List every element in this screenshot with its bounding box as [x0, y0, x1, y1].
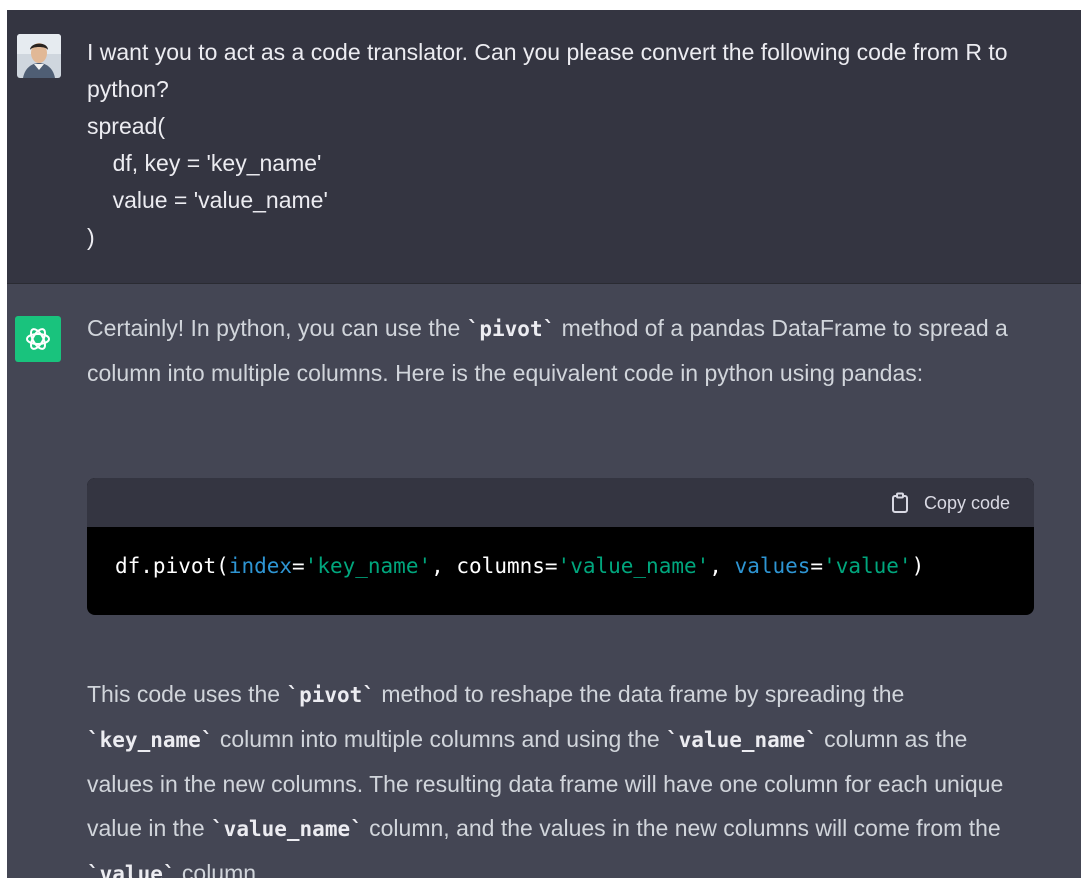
copy-code-label: Copy code [923, 492, 1010, 513]
code-block: Copy code df.pivot(index='key_name', col… [87, 478, 1034, 615]
inline-code: `value_name` [666, 728, 818, 752]
user-avatar [17, 34, 61, 78]
clipboard-icon [891, 492, 908, 513]
copy-code-button[interactable]: Copy code [890, 492, 1010, 514]
user-message: I want you to act as a code translator. … [7, 10, 1081, 284]
assistant-paragraph-2: This code uses the `pivot` method to res… [87, 672, 1037, 878]
code-line: df.pivot(index='key_name', columns='valu… [115, 554, 925, 578]
assistant-paragraph-1: Certainly! In python, you can use the `p… [87, 315, 1008, 386]
inline-code: `pivot` [286, 683, 375, 707]
chat-frame: I want you to act as a code translator. … [7, 10, 1081, 878]
inline-code: `value` [87, 862, 176, 878]
code-block-header: Copy code [87, 478, 1034, 527]
inline-code: `value_name` [211, 817, 363, 841]
inline-code: `key_name` [87, 728, 214, 752]
openai-logo-icon [15, 316, 61, 362]
inline-code: `pivot` [466, 317, 556, 341]
user-message-text: I want you to act as a code translator. … [87, 39, 1008, 250]
assistant-message: Certainly! In python, you can use the `p… [7, 284, 1081, 878]
